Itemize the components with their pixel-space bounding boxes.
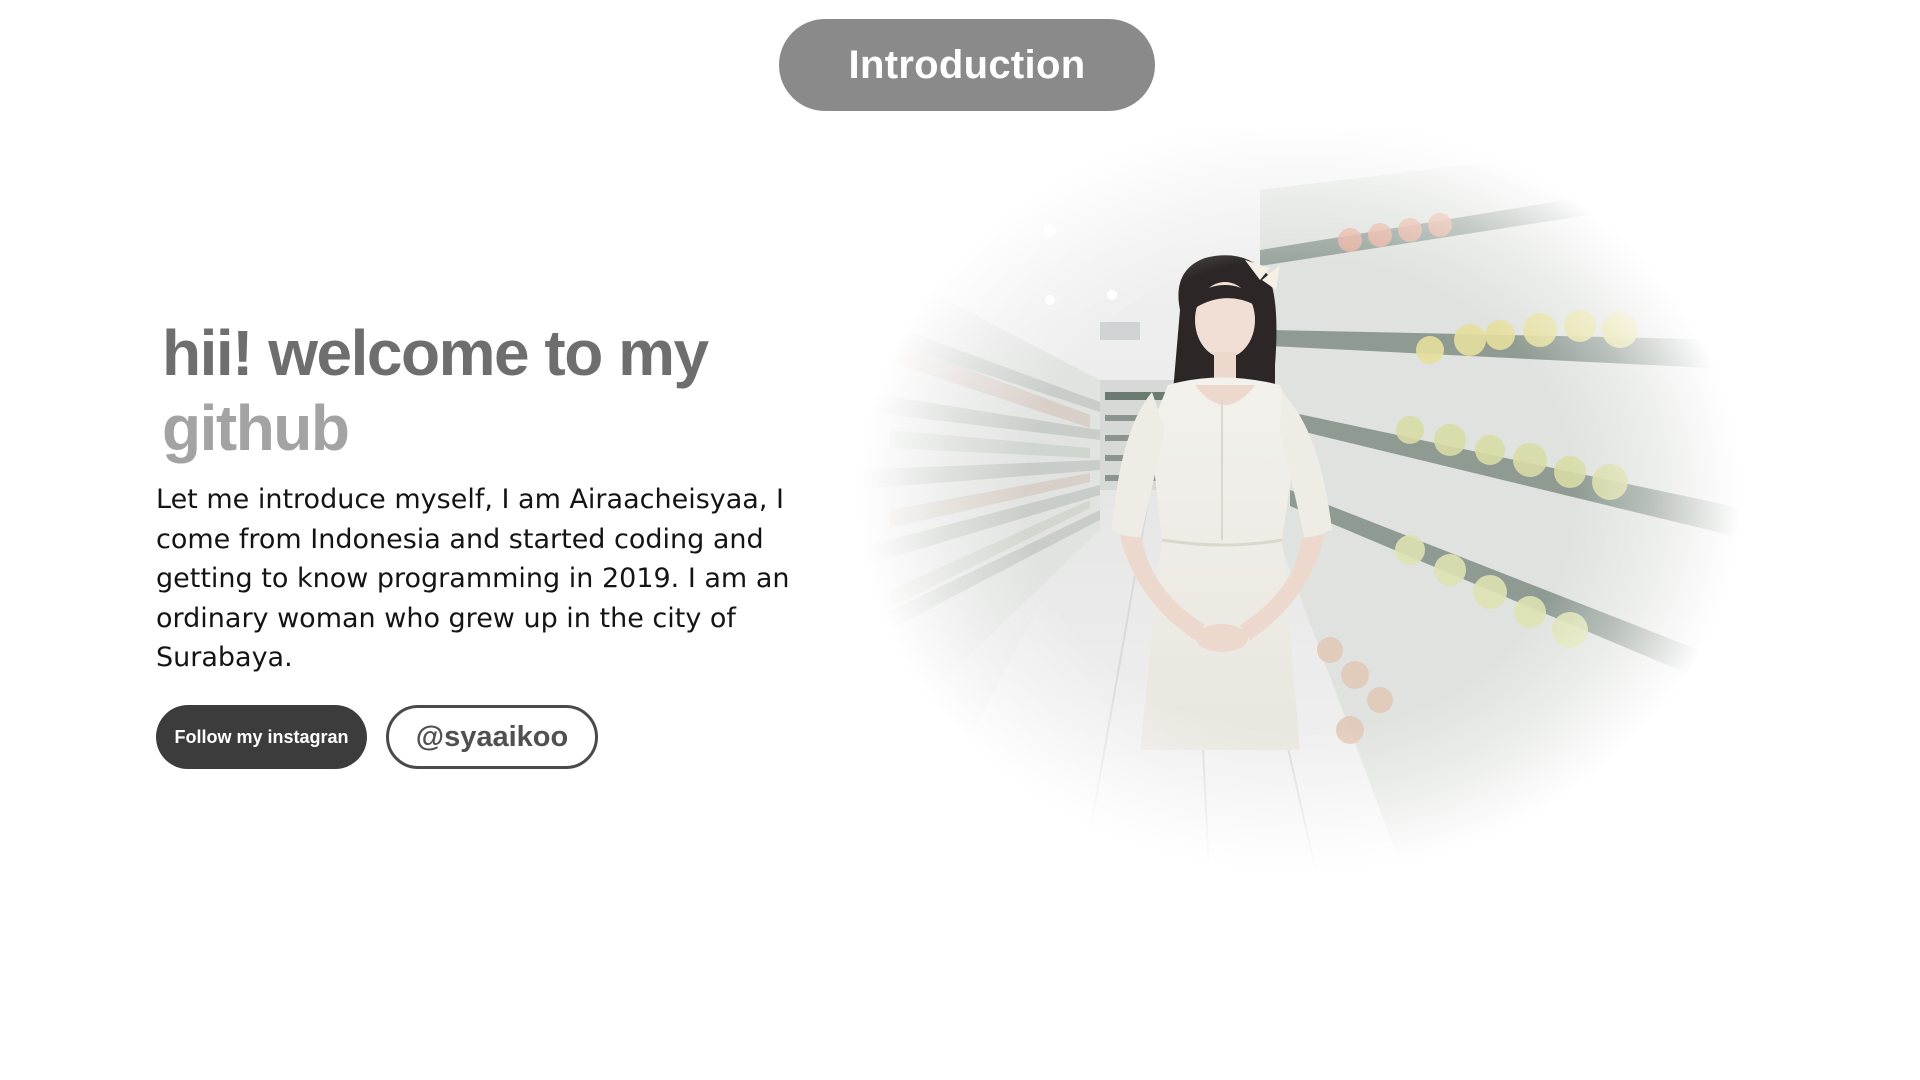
introduction-button[interactable]: Introduction (779, 19, 1155, 111)
follow-instagram-button[interactable]: Follow my instagran (156, 705, 367, 769)
profile-photo (850, 130, 1750, 890)
heading-line-1: hii! welcome to my (162, 317, 709, 389)
welcome-heading: hii! welcome to my github (162, 316, 782, 466)
page: Introduction hii! welcome to my github L… (0, 0, 1920, 1080)
heading-line-2: github (162, 392, 350, 464)
instagram-handle-button[interactable]: @syaaikoo (386, 705, 598, 769)
profile-photo-illustration (850, 130, 1750, 890)
intro-paragraph: Let me introduce myself, I am Airaacheis… (156, 484, 790, 673)
